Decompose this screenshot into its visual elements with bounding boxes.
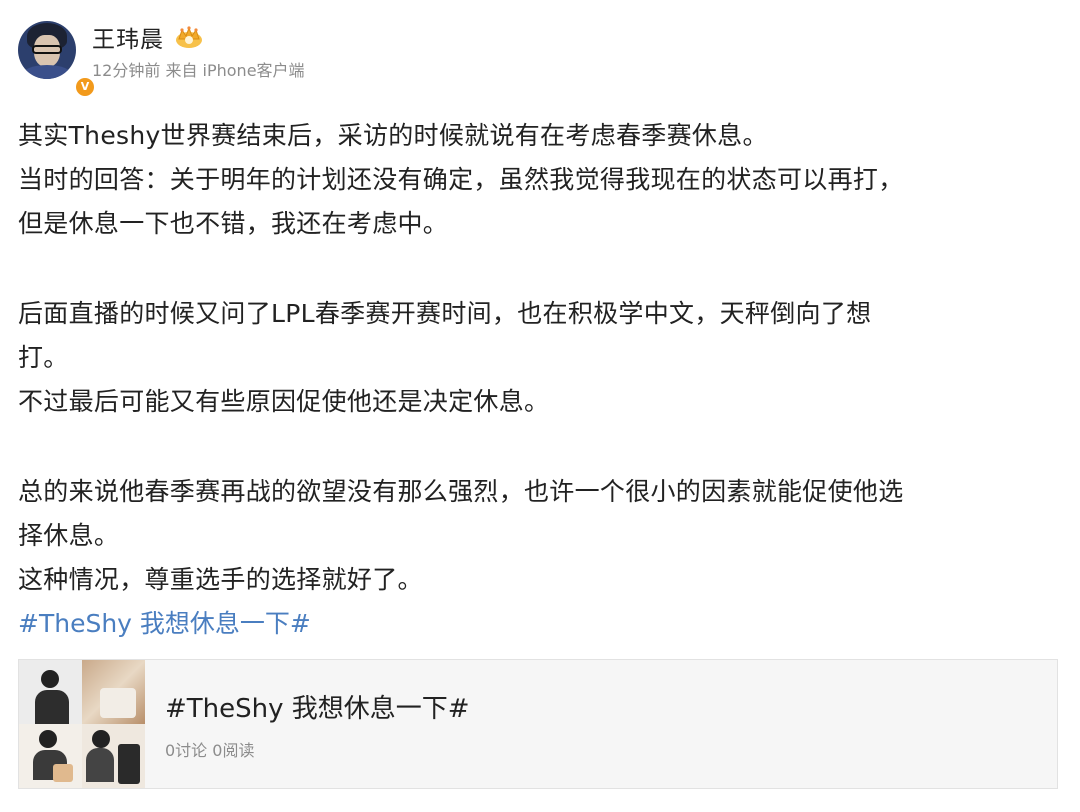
post-text-line: 不过最后可能又有些原因促使他还是决定休息。 — [18, 387, 550, 416]
topic-card[interactable]: #TheShy 我想休息一下# 0讨论 0阅读 — [18, 659, 1058, 789]
topic-stats: 0讨论 0阅读 — [165, 740, 255, 760]
thumbnail-photo — [82, 660, 145, 724]
user-meta: 王玮晨 12分钟前 来自 iPhone客户端 — [92, 19, 305, 81]
username[interactable]: 王玮晨 — [92, 20, 164, 54]
post-text-line: 打。 — [18, 343, 69, 372]
thumbnail-photo — [19, 724, 82, 788]
hashtag-link[interactable]: #TheShy 我想休息一下# — [18, 602, 1063, 646]
post-header: V 王玮晨 12分钟前 来自 iPhone客户端 — [18, 18, 305, 98]
verified-badge-icon: V — [74, 76, 96, 98]
topic-title[interactable]: #TheShy 我想休息一下# — [165, 688, 470, 725]
topic-info: #TheShy 我想休息一下# 0讨论 0阅读 — [165, 688, 470, 761]
post-text-line: 择休息。 — [18, 521, 120, 550]
thumbnail-photo — [82, 724, 145, 788]
post-text-line: 当时的回答：关于明年的计划还没有确定，虽然我觉得我现在的状态可以再打， — [18, 165, 904, 194]
topic-thumbnail — [19, 660, 145, 788]
post-text-line: 总的来说他春季赛再战的欲望没有那么强烈，也许一个很小的因素就能促使他选 — [18, 477, 904, 506]
name-row: 王玮晨 — [92, 19, 305, 55]
post-content: 其实Theshy世界赛结束后，采访的时候就说有在考虑春季赛休息。 当时的回答：关… — [18, 114, 1063, 646]
post-text-line: 但是休息一下也不错，我还在考虑中。 — [18, 209, 449, 238]
post-text-line: 后面直播的时候又问了LPL春季赛开赛时间，也在积极学中文，天秤倒向了想 — [18, 299, 872, 328]
post-text-line: 其实Theshy世界赛结束后，采访的时候就说有在考虑春季赛休息。 — [18, 121, 768, 150]
weibo-post: V 王玮晨 12分钟前 来自 iPhone客户端 其实Theshy世界赛结束后，… — [0, 0, 1080, 812]
post-text-line: 这种情况，尊重选手的选择就好了。 — [18, 565, 423, 594]
post-time-source: 12分钟前 来自 iPhone客户端 — [92, 61, 305, 80]
thumbnail-photo — [19, 660, 82, 724]
crown-icon — [176, 26, 202, 48]
avatar[interactable] — [18, 21, 76, 79]
